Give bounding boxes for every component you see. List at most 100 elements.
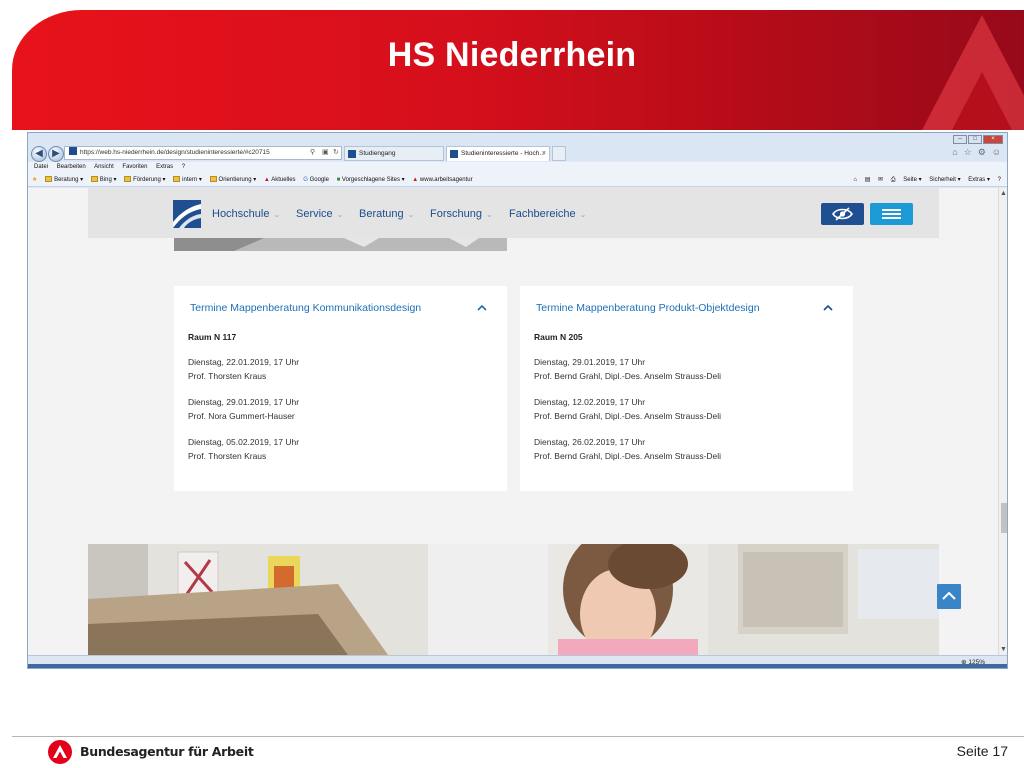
menu-item-favoriten[interactable]: Favoriten [122, 164, 147, 170]
nav-service[interactable]: Service ⌄ [296, 208, 343, 220]
card-title[interactable]: Termine Mappenberatung Kommunikationsdes… [190, 302, 421, 314]
fav-label: Bing ▾ [99, 177, 117, 183]
nav-label: Service [296, 208, 333, 220]
nav-label: Beratung [359, 208, 404, 220]
fav-google[interactable]: G Google [303, 173, 329, 187]
nav-fachbereiche[interactable]: Fachbereiche ⌄ [509, 208, 586, 220]
presentation-slide: HS Niederrhein – □ × ◀ ▶ https://web.hs-… [0, 0, 1024, 768]
scroll-thumb[interactable] [1001, 503, 1007, 533]
help-icon[interactable]: ? [998, 177, 1001, 183]
appointment-date: Dienstag, 12.02.2019, 17 Uhr [534, 397, 646, 407]
vertical-scrollbar[interactable]: ▲ ▼ [998, 188, 1007, 655]
appointment-date: Dienstag, 05.02.2019, 17 Uhr [188, 437, 300, 447]
fav-label: Google [309, 177, 329, 183]
appointment-entry: Dienstag, 26.02.2019, 17 Uhr Prof. Bernd… [534, 436, 721, 463]
folder-icon [45, 176, 53, 182]
appointment-entry: Dienstag, 22.01.2019, 17 Uhr Prof. Thors… [188, 356, 299, 383]
scroll-up-icon[interactable]: ▲ [1000, 190, 1007, 197]
cmd-sicherheit[interactable]: Sicherheit ▾ [929, 177, 960, 183]
appointment-date: Dienstag, 29.01.2019, 17 Uhr [534, 357, 646, 367]
slide-title: HS Niederrhein [387, 36, 637, 74]
menu-item-datei[interactable]: Datei [34, 164, 48, 170]
room-label: Raum N 205 [534, 332, 583, 342]
cmd-extras[interactable]: Extras ▾ [968, 177, 990, 183]
nav-label: Hochschule [212, 208, 270, 220]
nav-forschung[interactable]: Forschung ⌄ [430, 208, 493, 220]
home-icon[interactable]: ⌂ [853, 177, 857, 183]
photo-illustration [88, 544, 939, 655]
accessibility-button[interactable] [821, 203, 864, 225]
nav-label: Fachbereiche [509, 208, 576, 220]
scroll-top-icon [942, 591, 956, 600]
fav-label: Aktuelles [271, 177, 296, 183]
rss-icon[interactable]: ▤ [865, 177, 871, 183]
tab-studieninteressierte[interactable]: Studieninteressierte - Hoch... × [446, 146, 550, 161]
new-tab-button[interactable] [552, 146, 566, 161]
menu-item-extras[interactable]: Extras [156, 164, 173, 170]
menu-item-ansicht[interactable]: Ansicht [94, 164, 114, 170]
close-tab-icon[interactable]: × [542, 147, 546, 161]
browser-chrome: – □ × ◀ ▶ https://web.hs-niederrhein.de/… [28, 133, 1007, 189]
tab-studiengang[interactable]: Studiengang [344, 146, 444, 161]
hs-niederrhein-logo[interactable] [173, 200, 201, 228]
forward-icon[interactable]: ▶ [48, 146, 64, 162]
fav-bing[interactable]: Bing ▾ [90, 173, 117, 187]
fav-arbeitsagentur[interactable]: ▲ www.arbeitsagentur [412, 173, 472, 187]
command-bar: ⌂ ▤ ✉ ⎙ Seite ▾ Sicherheit ▾ Extras ▾ ? [847, 173, 1001, 187]
cmd-seite[interactable]: Seite ▾ [903, 177, 921, 183]
fav-intern[interactable]: intern ▾ [173, 173, 202, 187]
fav-label: Förderung ▾ [133, 177, 166, 183]
folder-icon [173, 176, 181, 182]
taskbar-strip [28, 664, 1007, 668]
card-title[interactable]: Termine Mappenberatung Produkt-Objektdes… [536, 302, 760, 314]
scroll-down-icon[interactable]: ▼ [1000, 646, 1007, 653]
site-navigation: Hochschule ⌄ Service ⌄ Beratung ⌄ Forschung… [88, 188, 939, 238]
favorites-star-icon[interactable]: ★ [32, 173, 37, 187]
gear-icon[interactable]: ⚙ [978, 147, 986, 158]
appointments-card-produkt-objektdesign: Termine Mappenberatung Produkt-Objektdes… [520, 286, 853, 491]
address-url: https://web.hs-niederrhein.de/design/stu… [80, 149, 270, 156]
chevron-down-icon: ⌄ [336, 210, 344, 219]
home-icon[interactable]: ⌂ [952, 147, 957, 158]
eye-slash-icon [832, 207, 853, 221]
fav-orientierung[interactable]: Orientierung ▾ [209, 173, 256, 187]
appointment-person: Prof. Thorsten Kraus [188, 450, 267, 461]
fav-aktuelles[interactable]: ▲ Aktuelles [264, 173, 296, 187]
maximize-button[interactable]: □ [968, 135, 982, 144]
fav-label: www.arbeitsagentur [419, 177, 473, 183]
tab-label: Studiengang [359, 150, 396, 157]
browser-window-screenshot: – □ × ◀ ▶ https://web.hs-niederrhein.de/… [27, 132, 1008, 669]
mail-icon[interactable]: ✉ [878, 177, 883, 183]
fav-vorgeschlagene-sites[interactable]: ■ Vorgeschlagene Sites ▾ [337, 173, 405, 187]
fav-beratung[interactable]: Beratung ▾ [45, 173, 83, 187]
nav-beratung[interactable]: Beratung ⌄ [359, 208, 414, 220]
star-icon[interactable]: ☆ [964, 147, 972, 158]
search-icon[interactable]: ⚲ [310, 148, 315, 156]
refresh-icon[interactable]: ↻ [333, 148, 339, 156]
chevron-up-icon[interactable] [823, 303, 833, 313]
footer-organization: Bundesagentur für Arbeit [80, 744, 254, 759]
appointment-person: Prof. Bernd Grahl, Dipl.-Des. Anselm Str… [534, 450, 722, 461]
window-controls: – □ × [953, 135, 1003, 145]
tab-favicon [450, 150, 458, 158]
print-icon[interactable]: ⎙ [891, 177, 896, 183]
hamburger-menu-button[interactable] [870, 203, 913, 225]
appointment-entry: Dienstag, 05.02.2019, 17 Uhr Prof. Thors… [188, 436, 299, 463]
room-label: Raum N 117 [188, 332, 237, 342]
back-icon[interactable]: ◀ [31, 146, 47, 162]
folder-icon [124, 176, 132, 182]
ba-logo-icon: ▲ [412, 177, 419, 183]
menu-item-help[interactable]: ? [182, 164, 185, 170]
chevron-up-icon[interactable] [477, 303, 487, 313]
close-window-button[interactable]: × [983, 135, 1003, 144]
appointment-person: Prof. Bernd Grahl, Dipl.-Des. Anselm Str… [534, 410, 722, 421]
scroll-to-top-button[interactable] [937, 584, 961, 609]
fav-foerderung[interactable]: Förderung ▾ [124, 173, 166, 187]
nav-hochschule[interactable]: Hochschule ⌄ [212, 208, 280, 220]
lock-icon: ▣ [322, 149, 329, 156]
address-bar[interactable]: https://web.hs-niederrhein.de/design/stu… [64, 146, 342, 160]
menu-line [882, 209, 901, 211]
menu-item-bearbeiten[interactable]: Bearbeiten [57, 164, 86, 170]
smiley-icon[interactable]: ☺ [992, 147, 1001, 158]
minimize-button[interactable]: – [953, 135, 967, 144]
